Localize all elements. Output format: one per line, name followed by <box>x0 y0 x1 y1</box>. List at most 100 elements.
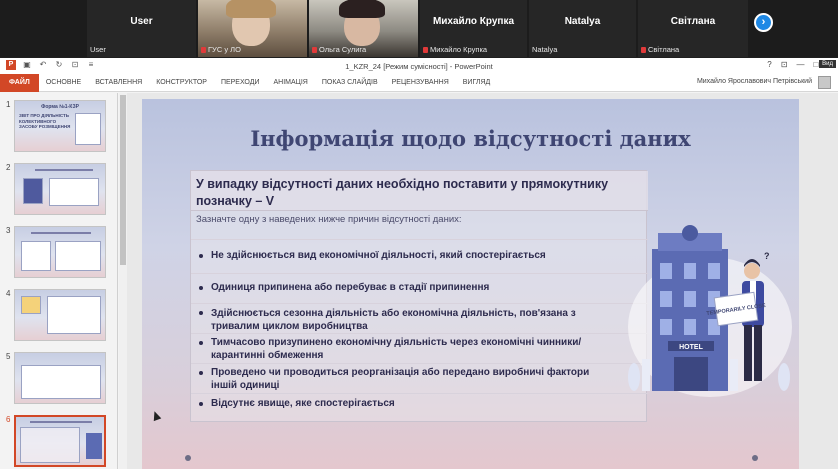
ribbon-display-icon[interactable]: ⊡ <box>781 60 788 69</box>
list-item: Проведено чи проводиться реорганізація а… <box>191 363 648 393</box>
window-title: 1_KZR_24 [Режим сумісності] - PowerPoint <box>345 62 493 71</box>
thumbnail-image <box>21 241 51 271</box>
participant-caption: ГУС у ЛО <box>201 45 241 54</box>
panel-subheading: Зазначте одну з наведених нижче причин в… <box>196 214 462 225</box>
bullet-icon <box>199 254 203 258</box>
tab-view[interactable]: ВИГЛЯД <box>456 74 498 92</box>
person-leg <box>744 325 752 381</box>
mic-muted-icon <box>641 47 646 53</box>
tab-slideshow[interactable]: ПОКАЗ СЛАЙДІВ <box>315 74 385 92</box>
tab-review[interactable]: РЕЦЕНЗУВАННЯ <box>385 74 456 92</box>
list-item-text: Тимчасово призупинено економічну діяльні… <box>211 337 582 361</box>
title-bar: P ▣ ↶ ↻ ⊡ ≡ 1_KZR_24 [Режим сумісності] … <box>0 58 838 74</box>
thumbnail-image <box>75 113 101 145</box>
tooltip: Вид <box>819 60 836 68</box>
panel-heading: У випадку відсутності даних необхідно по… <box>191 171 648 211</box>
slide-thumbnail-2[interactable] <box>14 163 106 215</box>
hotel-window <box>660 291 672 307</box>
slide-title[interactable]: Інформація щодо відсутності даних <box>142 126 799 151</box>
slide-canvas[interactable]: Інформація щодо відсутності даних У випа… <box>142 99 799 469</box>
participant-name: Natalya <box>564 16 601 27</box>
participant-tile-svitlana[interactable]: Світлана Світлана <box>638 0 748 57</box>
tab-transitions[interactable]: ПЕРЕХОДИ <box>214 74 267 92</box>
participant-video-gus[interactable]: ГУС у ЛО <box>198 0 307 57</box>
slide-decoration-dot <box>752 455 758 461</box>
tab-animations[interactable]: АНІМАЦІЯ <box>266 74 314 92</box>
hotel-pillar <box>730 359 738 391</box>
hotel-door <box>674 357 708 391</box>
slide-thumbnail-6[interactable] <box>14 415 106 467</box>
signed-in-user[interactable]: Михайло Ярославович Петрівський <box>697 78 812 85</box>
thumbnail-line <box>35 169 93 171</box>
avatar[interactable] <box>818 76 831 89</box>
hotel-window <box>684 291 696 307</box>
participant-name: Світлана <box>670 16 716 27</box>
ribbon-tabs: ФАЙЛ ОСНОВНЕ ВСТАВЛЕННЯ КОНСТРУКТОР ПЕРЕ… <box>0 73 838 92</box>
participant-video-olha[interactable]: Ольга Сулига <box>309 0 418 57</box>
bullet-icon <box>199 402 203 406</box>
tab-insert[interactable]: ВСТАВЛЕННЯ <box>88 74 149 92</box>
thumbnail-image <box>23 178 43 204</box>
minimize-icon[interactable]: — <box>796 60 804 69</box>
mic-muted-icon <box>201 47 206 53</box>
thumbnail-line <box>30 421 92 423</box>
thumbnail-building <box>86 433 102 459</box>
thumbnail-line <box>31 232 91 234</box>
participant-name: User <box>130 16 153 27</box>
participant-caption: User <box>90 45 106 54</box>
hotel-dome <box>682 225 698 241</box>
thumbnail-image <box>21 296 41 314</box>
participant-caption: Михайло Крупка <box>423 45 487 54</box>
slide-thumbnail-pane: 1 Форма №1-КЗР ЗВІТ ПРО ДІЯЛЬНІСТЬ КОЛЕК… <box>0 93 118 469</box>
slide-thumbnail-4[interactable] <box>14 289 106 341</box>
question-mark-icon: ? <box>764 251 770 261</box>
slide-thumbnail-3[interactable] <box>14 226 106 278</box>
list-item-text: Проведено чи проводиться реорганізація а… <box>211 367 590 391</box>
next-participants-button[interactable]: › <box>754 13 773 32</box>
person-head <box>744 263 760 279</box>
thumbnail-text-box <box>49 178 99 206</box>
participant-tile-mykhailo[interactable]: Михайло Крупка Михайло Крупка <box>420 0 527 57</box>
participant-hair <box>226 0 276 18</box>
slide-number: 5 <box>6 352 11 361</box>
thumbnail-form-image <box>47 296 101 334</box>
list-item: Відсутнє явище, яке спостерігається <box>191 393 648 423</box>
content-panel[interactable]: У випадку відсутності даних необхідно по… <box>190 170 648 423</box>
participant-name: Михайло Крупка <box>432 16 515 27</box>
slide-thumbnail-1[interactable]: Форма №1-КЗР ЗВІТ ПРО ДІЯЛЬНІСТЬ КОЛЕКТИ… <box>14 100 106 152</box>
screen: User User ГУС у ЛО Ольга Сулига Михайло … <box>0 0 838 469</box>
video-participants-strip: User User ГУС у ЛО Ольга Сулига Михайло … <box>0 0 838 57</box>
plant-decoration <box>778 363 790 391</box>
help-icon[interactable]: ? <box>767 60 771 69</box>
scrollbar-thumb[interactable] <box>120 95 126 265</box>
hotel-window <box>708 263 720 279</box>
participant-tile-natalya[interactable]: Natalya Natalya <box>529 0 636 57</box>
participant-caption: Natalya <box>532 45 558 54</box>
powerpoint-window: P ▣ ↶ ↻ ⊡ ≡ 1_KZR_24 [Режим сумісності] … <box>0 58 838 469</box>
list-item-text: Одиниця припинена або перебуває в стадії… <box>211 282 490 293</box>
slide-editor: Інформація щодо відсутності даних У випа… <box>127 93 838 469</box>
mic-muted-icon <box>312 47 317 53</box>
tab-design[interactable]: КОНСТРУКТОР <box>149 74 214 92</box>
maximize-icon[interactable]: □ <box>813 60 818 69</box>
participant-caption: Ольга Сулига <box>312 45 366 54</box>
thumbnail-scrollbar[interactable] <box>119 93 127 469</box>
participant-hair <box>339 0 385 18</box>
tab-home[interactable]: ОСНОВНЕ <box>39 74 88 92</box>
bullet-icon <box>199 311 203 315</box>
thumbnail-text: ЗВІТ ПРО ДІЯЛЬНІСТЬ КОЛЕКТИВНОГО ЗАСОБУ … <box>19 113 71 129</box>
participant-caption: Світлана <box>641 45 679 54</box>
slide-thumbnail-5[interactable] <box>14 352 106 404</box>
slide-number: 1 <box>6 100 11 109</box>
bullet-icon <box>199 286 203 290</box>
slide-number: 6 <box>6 415 11 424</box>
participant-tile-user[interactable]: User User <box>87 0 196 57</box>
thumbnail-text-box <box>20 427 80 463</box>
bullet-icon <box>199 341 203 345</box>
heading-text: У випадку відсутності даних необхідно по… <box>196 177 609 208</box>
list-item-text: Відсутнє явище, яке спостерігається <box>211 398 395 409</box>
list-item: Одиниця припинена або перебуває в стадії… <box>191 273 648 303</box>
tab-file[interactable]: ФАЙЛ <box>0 73 39 92</box>
thumbnail-title: Форма №1-КЗР <box>41 104 79 110</box>
thumbnail-table-image <box>21 365 101 399</box>
